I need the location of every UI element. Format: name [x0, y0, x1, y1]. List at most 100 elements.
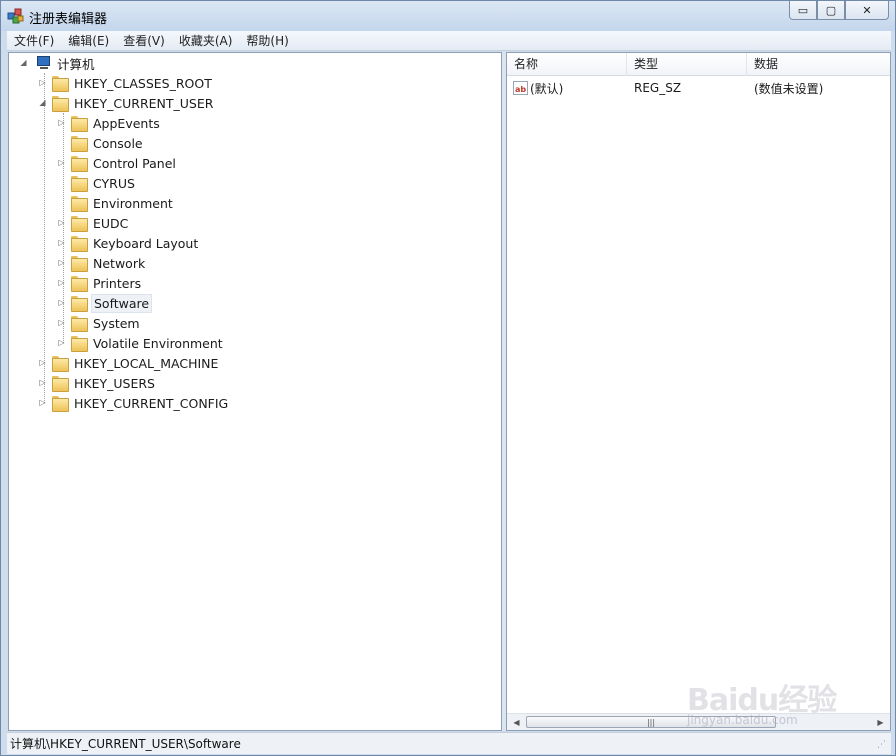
tree-item-label: Keyboard Layout	[93, 235, 199, 251]
expand-triangle-icon[interactable]: ▷	[38, 378, 47, 387]
folder-icon	[71, 256, 88, 272]
expand-triangle-icon[interactable]: ▷	[57, 338, 66, 347]
window-title: 注册表编辑器	[29, 12, 108, 27]
column-header-name[interactable]: 名称	[507, 53, 627, 76]
folder-icon	[71, 316, 88, 332]
tree-item-hkey-current-user[interactable]: ◢ HKEY_CURRENT_USER	[38, 93, 215, 113]
expand-triangle-icon[interactable]: ▷	[38, 78, 47, 87]
tree-item-volatile-environment[interactable]: ▷ Volatile Environment	[57, 333, 225, 353]
folder-icon	[71, 196, 88, 212]
folder-icon	[71, 176, 88, 192]
tree-item-label: HKEY_USERS	[74, 375, 155, 391]
menu-view[interactable]: 查看(V)	[116, 31, 172, 51]
tree-item-label: 计算机	[57, 56, 95, 72]
folder-icon	[52, 376, 69, 392]
tree-item-label: Volatile Environment	[93, 335, 223, 351]
tree-item-label: Printers	[93, 275, 142, 291]
menu-edit[interactable]: 编辑(E)	[61, 31, 116, 51]
folder-icon	[71, 136, 88, 152]
expand-triangle-icon[interactable]: ▷	[57, 258, 66, 267]
registry-tree[interactable]: ◢ 计算机 ▷ HKEY_CLASSES_ROOT ◢ HKEY_CURRENT…	[8, 52, 502, 731]
minimize-button[interactable]: ▭	[789, 1, 817, 20]
tree-item-control-panel[interactable]: ▷ Control Panel	[57, 153, 178, 173]
column-header-data[interactable]: 数据	[747, 53, 890, 76]
maximize-button[interactable]: ▢	[817, 1, 845, 20]
menu-favorites[interactable]: 收藏夹(A)	[172, 31, 240, 51]
tree-item-environment[interactable]: Environment	[57, 193, 175, 213]
folder-icon	[71, 336, 88, 352]
value-data: (数值未设置)	[754, 81, 824, 96]
folder-icon	[71, 116, 88, 132]
tree-item-hkey-classes-root[interactable]: ▷ HKEY_CLASSES_ROOT	[38, 73, 214, 93]
menu-bar: 文件(F) 编辑(E) 查看(V) 收藏夹(A) 帮助(H)	[7, 31, 891, 51]
folder-icon	[71, 216, 88, 232]
folder-icon	[52, 96, 69, 112]
scroll-right-arrow-icon[interactable]: ▶	[872, 714, 889, 730]
minimize-icon: ▭	[797, 3, 809, 17]
menu-file[interactable]: 文件(F)	[7, 31, 61, 51]
horizontal-scrollbar[interactable]: ◀ ||| ▶	[507, 713, 890, 730]
values-list[interactable]: 名称 类型 数据 ab (默认) REG_SZ (数值未设置) ◀ ||| ▶	[506, 52, 891, 731]
tree-item-hkey-current-config[interactable]: ▷ HKEY_CURRENT_CONFIG	[38, 393, 230, 413]
folder-icon	[71, 156, 88, 172]
collapse-triangle-icon[interactable]: ◢	[19, 58, 28, 67]
tree-item-label-selected: Software	[91, 293, 153, 313]
tree-item-eudc[interactable]: ▷ EUDC	[57, 213, 130, 233]
tree-item-label: AppEvents	[93, 115, 160, 131]
folder-icon	[71, 276, 88, 292]
expand-triangle-icon[interactable]: ▷	[38, 358, 47, 367]
tree-item-label: CYRUS	[93, 175, 135, 191]
tree-item-system[interactable]: ▷ System	[57, 313, 142, 333]
expand-triangle-icon[interactable]: ▷	[38, 398, 47, 407]
list-header: 名称 类型 数据	[507, 53, 890, 76]
cell-data: (数值未设置)	[747, 80, 890, 97]
computer-icon	[35, 56, 51, 70]
close-icon: ✕	[862, 3, 872, 17]
folder-icon	[52, 76, 69, 92]
cell-name: ab (默认)	[507, 80, 627, 97]
tree-item-computer[interactable]: ◢ 计算机	[19, 53, 97, 73]
tree-item-appevents[interactable]: ▷ AppEvents	[57, 113, 162, 133]
expand-triangle-icon[interactable]: ▷	[57, 318, 66, 327]
close-button[interactable]: ✕	[845, 1, 889, 20]
tree-item-software[interactable]: ▷ Software	[57, 293, 153, 313]
scroll-left-arrow-icon[interactable]: ◀	[508, 714, 525, 730]
expand-triangle-icon[interactable]: ▷	[57, 158, 66, 167]
scrollbar-thumb[interactable]: |||	[526, 716, 776, 728]
tree-item-label: HKEY_CURRENT_CONFIG	[74, 395, 229, 411]
tree-item-printers[interactable]: ▷ Printers	[57, 273, 143, 293]
regedit-app-icon	[7, 8, 24, 24]
tree-item-keyboard-layout[interactable]: ▷ Keyboard Layout	[57, 233, 200, 253]
folder-icon	[71, 236, 88, 252]
tree-item-label: HKEY_CURRENT_USER	[74, 95, 214, 111]
folder-icon	[52, 356, 69, 372]
title-bar[interactable]: 注册表编辑器 ▭ ▢ ✕	[1, 1, 895, 31]
expand-triangle-icon[interactable]: ▷	[57, 298, 66, 307]
resize-grip-icon[interactable]: ⋰	[877, 740, 889, 752]
regedit-window: 注册表编辑器 ▭ ▢ ✕ 文件(F) 编辑(E) 查看(V) 收藏夹(A) 帮助…	[0, 0, 896, 756]
tree-item-label: Control Panel	[93, 155, 176, 171]
cell-type: REG_SZ	[627, 81, 747, 95]
status-path: 计算机\HKEY_CURRENT_USER\Software	[10, 737, 241, 751]
folder-icon	[52, 396, 69, 412]
maximize-icon: ▢	[825, 3, 837, 17]
tree-item-label: Network	[93, 255, 146, 271]
list-item[interactable]: ab (默认) REG_SZ (数值未设置)	[507, 78, 890, 98]
tree-item-label: Console	[93, 135, 143, 151]
window-controls: ▭ ▢ ✕	[789, 1, 889, 21]
expand-triangle-icon[interactable]: ▷	[57, 118, 66, 127]
tree-item-hkey-local-machine[interactable]: ▷ HKEY_LOCAL_MACHINE	[38, 353, 220, 373]
folder-icon	[71, 296, 88, 312]
tree-item-cyrus[interactable]: CYRUS	[57, 173, 137, 193]
expand-triangle-icon[interactable]: ▷	[57, 218, 66, 227]
menu-help[interactable]: 帮助(H)	[239, 31, 295, 51]
tree-item-network[interactable]: ▷ Network	[57, 253, 147, 273]
expand-triangle-icon[interactable]: ▷	[57, 278, 66, 287]
expand-triangle-icon[interactable]: ▷	[57, 238, 66, 247]
tree-item-hkey-users[interactable]: ▷ HKEY_USERS	[38, 373, 157, 393]
column-header-type[interactable]: 类型	[627, 53, 747, 76]
value-type: REG_SZ	[634, 81, 682, 95]
tree-item-console[interactable]: Console	[57, 133, 145, 153]
collapse-triangle-icon[interactable]: ◢	[38, 98, 47, 107]
tree-item-label: Environment	[93, 195, 173, 211]
